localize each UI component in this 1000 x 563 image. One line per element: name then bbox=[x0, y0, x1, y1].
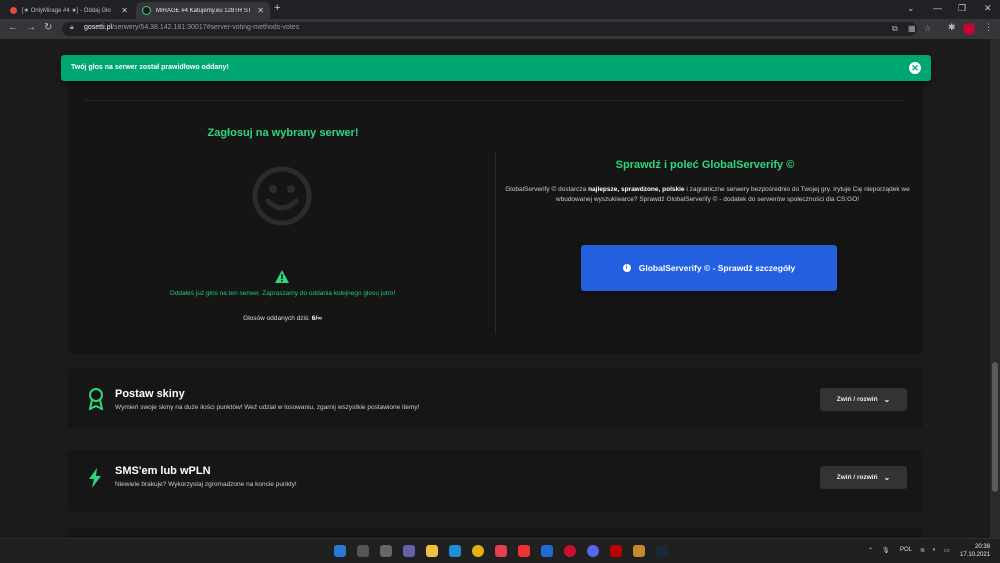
window-close-icon[interactable]: ✕ bbox=[984, 3, 992, 14]
forward-icon[interactable]: → bbox=[26, 22, 36, 33]
minimize-icon[interactable]: — bbox=[933, 3, 942, 13]
browser-tab-bar: [★ OnlyMirage #4 ★] - Oddaj Gło ✕ MIRAGE… bbox=[0, 0, 1000, 19]
section-title: Postaw skiny bbox=[115, 388, 185, 400]
votes-today: Głosów oddanych dziś: 6/∞ bbox=[180, 315, 385, 322]
chevron-down-icon: ⌄ bbox=[883, 473, 891, 482]
edge-icon[interactable] bbox=[449, 545, 461, 557]
language-indicator[interactable]: POL bbox=[900, 547, 912, 553]
success-toast: Twój głos na serwer został prawidłowo od… bbox=[61, 55, 931, 81]
start-icon[interactable] bbox=[334, 545, 346, 557]
file-explorer-icon[interactable] bbox=[426, 545, 438, 557]
section-description: Wymień swoje skiny na duże ilości punktó… bbox=[115, 404, 420, 411]
extensions-icon[interactable]: ✱ bbox=[948, 22, 956, 33]
profile-avatar[interactable] bbox=[963, 23, 975, 35]
volume-icon[interactable]: ◖ bbox=[932, 547, 936, 553]
tray-chevron-icon[interactable]: ⌃ bbox=[868, 547, 873, 554]
clock[interactable]: 20:38 17.10.2021 bbox=[960, 543, 990, 559]
close-icon[interactable]: ✕ bbox=[909, 62, 921, 74]
browser-toolbar: ← → ↻ 🔒︎ gosetti.pl/serwery/54.38.142.18… bbox=[0, 19, 1000, 39]
chevron-down-icon: ⌄ bbox=[883, 395, 891, 404]
microphone-icon[interactable]: 🎙︎ bbox=[882, 547, 890, 554]
dropbox-icon[interactable] bbox=[541, 545, 553, 557]
lock-icon: 🔒︎ bbox=[70, 24, 74, 31]
section-title: SMS'em lub wPLN bbox=[115, 465, 211, 477]
csgo-icon[interactable] bbox=[633, 545, 645, 557]
back-icon[interactable]: ← bbox=[8, 22, 18, 33]
store-icon[interactable] bbox=[495, 545, 507, 557]
chrome-icon[interactable] bbox=[472, 545, 484, 557]
bookmark-star-icon[interactable]: ☆ bbox=[924, 24, 931, 33]
clock-time: 20:38 bbox=[975, 544, 991, 550]
globalserverify-button-label: GlobalServerify © - Sprawdź szczegóły bbox=[638, 263, 796, 273]
collapse-toggle-button[interactable]: Zwiń / rozwiń ⌄ bbox=[820, 388, 907, 411]
clock-date: 17.10.2021 bbox=[960, 552, 991, 558]
scrollbar-thumb[interactable] bbox=[992, 362, 998, 492]
app-icon[interactable] bbox=[518, 545, 530, 557]
tab-title: [★ OnlyMirage #4 ★] - Oddaj Gło bbox=[22, 8, 111, 14]
install-app-icon[interactable]: ⧉ bbox=[892, 24, 898, 34]
votes-today-label: Głosów oddanych dziś: bbox=[243, 315, 310, 322]
search-icon[interactable] bbox=[357, 545, 369, 557]
already-voted-message: Oddałeś już głos na ten serwer. Zaprasza… bbox=[169, 290, 396, 297]
votes-today-value: 6/∞ bbox=[311, 315, 322, 322]
task-view-icon[interactable] bbox=[380, 545, 392, 557]
tab-search-icon[interactable]: ⌄ bbox=[907, 3, 915, 14]
collapse-toggle-button[interactable]: Zwiń / rozwiń ⌄ bbox=[820, 466, 907, 489]
globalserverify-button[interactable]: i GlobalServerify © - Sprawdź szczegóły bbox=[581, 245, 837, 291]
chat-icon[interactable] bbox=[403, 545, 415, 557]
browser-tab[interactable]: [★ OnlyMirage #4 ★] - Oddaj Gło ✕ bbox=[4, 2, 134, 19]
url-text: gosetti.pl/serwery/54.38.142.181:30017#s… bbox=[84, 24, 300, 31]
section-postaw-skiny bbox=[68, 367, 923, 429]
netflix-icon[interactable] bbox=[610, 545, 622, 557]
smiley-icon bbox=[252, 166, 312, 226]
tab-favicon-icon bbox=[10, 7, 17, 14]
qr-code-icon[interactable]: ▦ bbox=[908, 24, 916, 33]
wifi-icon[interactable]: ≋ bbox=[920, 547, 925, 554]
browser-tab-active[interactable]: MIRAGE #4 Katujemy.eu 128TR ST ✕ bbox=[136, 2, 270, 19]
opera-icon[interactable] bbox=[564, 545, 576, 557]
new-tab-icon[interactable]: + bbox=[274, 2, 280, 14]
info-icon: i bbox=[622, 264, 631, 272]
tab-favicon-icon bbox=[142, 6, 151, 15]
globalserverify-description: GlobalServerify © dostarcza najlepsze, s… bbox=[505, 186, 910, 203]
discord-icon[interactable] bbox=[587, 545, 599, 557]
battery-icon[interactable]: ▭ bbox=[944, 547, 950, 554]
menu-icon[interactable]: ⋮ bbox=[984, 22, 993, 33]
maximize-icon[interactable]: ❐ bbox=[958, 3, 966, 14]
tab-title: MIRAGE #4 Katujemy.eu 128TR ST bbox=[156, 7, 252, 14]
section-description: Niewiele brakuje? Wykorzystaj zgromadzon… bbox=[115, 481, 297, 488]
address-bar[interactable]: 🔒︎ gosetti.pl/serwery/54.38.142.181:3001… bbox=[62, 22, 931, 36]
award-ribbon-icon bbox=[88, 388, 104, 410]
card-separator bbox=[84, 100, 904, 101]
taskbar: ⌃ 🎙︎ POL ≋ ◖ ▭ 20:38 17.10.2021 bbox=[0, 538, 1000, 563]
lightning-icon bbox=[89, 468, 101, 488]
close-icon[interactable]: ✕ bbox=[257, 6, 264, 15]
warning-icon bbox=[275, 270, 289, 283]
globalserverify-title: Sprawdź i poleć GlobalServerify © bbox=[615, 159, 795, 171]
toggle-label: Zwiń / rozwiń bbox=[836, 474, 878, 481]
reload-icon[interactable]: ↻ bbox=[44, 22, 52, 33]
close-icon[interactable]: ✕ bbox=[121, 6, 128, 15]
vertical-divider bbox=[495, 152, 496, 334]
steam-icon[interactable] bbox=[656, 545, 668, 557]
vote-title: Zagłosuj na wybrany serwer! bbox=[207, 127, 359, 139]
toggle-label: Zwiń / rozwiń bbox=[836, 396, 878, 403]
toast-message: Twój głos na serwer został prawidłowo od… bbox=[71, 64, 229, 71]
